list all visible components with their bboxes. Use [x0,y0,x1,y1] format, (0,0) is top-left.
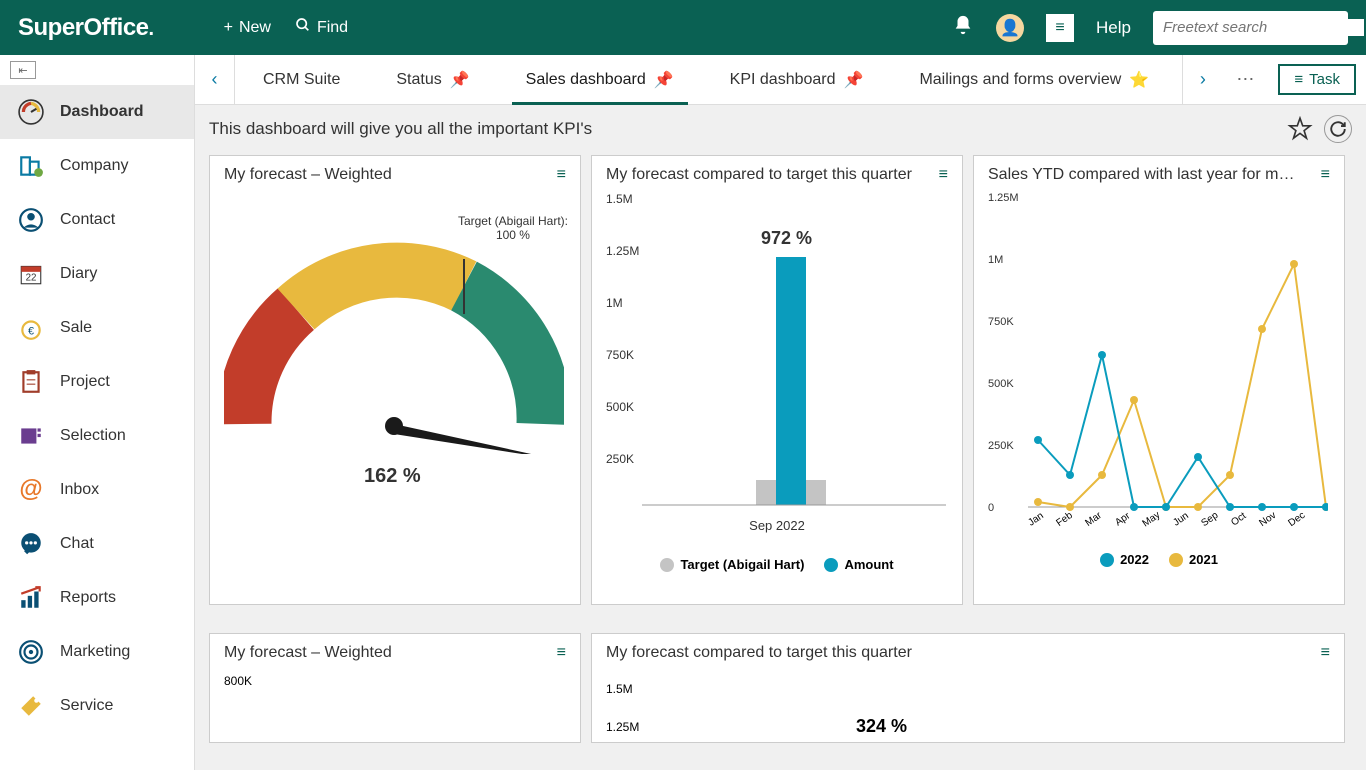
sidebar-item-service[interactable]: Service [0,679,194,733]
tile-title: My forecast compared to target this quar… [606,644,912,662]
dashboard-icon [18,99,44,125]
gauge-value: 162 % [364,465,421,488]
pin-icon: 📌 [450,70,470,90]
sidebar-item-label: Marketing [60,643,130,661]
favorite-button[interactable] [1286,115,1314,143]
tile-menu-button[interactable]: ≡ [939,166,948,184]
sidebar-item-label: Inbox [60,481,99,499]
tile-sales-ytd: Sales YTD compared with last year for my… [973,155,1345,605]
sidebar-item-label: Chat [60,535,94,553]
sidebar: ⇤ Dashboard Company Contact 22 Diary € S… [0,55,195,770]
avatar[interactable]: 👤 [996,14,1024,42]
dashboard-grid: My forecast – Weighted ≡ Target (Abigail… [195,149,1366,766]
marketing-icon [18,639,44,665]
tabs-next-button[interactable]: › [1182,55,1222,104]
sidebar-item-label: Service [60,697,113,715]
content-area: ‹ CRM Suite Status📌 Sales dashboard📌 KPI… [195,55,1366,770]
contact-icon [18,207,44,233]
tile-menu-button[interactable]: ≡ [1321,166,1330,184]
tab-sales-dashboard[interactable]: Sales dashboard📌 [498,55,702,105]
sidebar-item-selection[interactable]: Selection [0,409,194,463]
bar-chart: 1.5M 1.25M 1M 750K 500K 250K 972 % [606,192,946,512]
plus-icon: + [224,19,233,37]
sidebar-item-label: Contact [60,211,115,229]
logo: SuperOffice. [18,14,154,42]
sidebar-item-label: Company [60,157,128,175]
tile-menu-button[interactable]: ≡ [557,644,566,662]
refresh-button[interactable] [1324,115,1352,143]
search-box[interactable] [1153,11,1348,45]
inbox-icon: @ [18,477,44,503]
tile-forecast-weighted: My forecast – Weighted ≡ Target (Abigail… [209,155,581,605]
tile-title: My forecast – Weighted [224,166,392,184]
sidebar-item-contact[interactable]: Contact [0,193,194,247]
tile-title: Sales YTD compared with last year for my… [988,166,1298,184]
tile-menu-button[interactable]: ≡ [1321,644,1330,662]
selection-icon [18,423,44,449]
sidebar-item-chat[interactable]: Chat [0,517,194,571]
tile-forecast-weighted-2: My forecast – Weighted ≡ 800K [209,633,581,743]
pin-icon: 📌 [844,70,864,90]
chat-icon [18,531,44,557]
star-icon: ⭐ [1129,70,1149,90]
tab-status[interactable]: Status📌 [368,55,497,105]
dashboard-subtitle: This dashboard will give you all the imp… [209,119,592,139]
sidebar-item-reports[interactable]: Reports [0,571,194,625]
notifications-icon[interactable] [952,14,974,41]
gauge-chart [224,234,564,454]
sidebar-item-label: Diary [60,265,97,283]
svg-text:22: 22 [26,273,37,284]
tab-mailings-forms[interactable]: Mailings and forms overview⭐ [891,55,1177,105]
hamburger-icon: ≡ [1294,71,1303,88]
sidebar-item-company[interactable]: Company [0,139,194,193]
svg-text:€: € [28,326,34,338]
sidebar-item-sale[interactable]: € Sale [0,301,194,355]
task-button[interactable]: ≡Task [1278,64,1356,95]
bar-x-label: Sep 2022 [606,518,948,533]
tile-title: My forecast compared to target this quar… [606,166,912,184]
project-icon [18,369,44,395]
find-button[interactable]: Find [295,17,348,38]
gauge-target-label: Target (Abigail Hart): 100 % [458,214,568,242]
tab-crm-suite[interactable]: CRM Suite [235,55,368,105]
svg-text:@: @ [19,477,42,503]
reports-icon [18,585,44,611]
tile-forecast-vs-target: My forecast compared to target this quar… [591,155,963,605]
collapse-sidebar-button[interactable]: ⇤ [0,55,194,85]
sidebar-item-label: Reports [60,589,116,607]
sidebar-item-dashboard[interactable]: Dashboard [0,85,194,139]
pin-icon: 📌 [654,70,674,90]
sidebar-item-label: Sale [60,319,92,337]
main-menu-icon[interactable]: ≡ [1046,14,1074,42]
sidebar-item-label: Dashboard [60,103,144,121]
tab-kpi-dashboard[interactable]: KPI dashboard📌 [702,55,892,105]
sidebar-item-label: Project [60,373,110,391]
line-chart: 1.25M 1M 750K 500K 250K 0 [988,192,1328,512]
new-button[interactable]: +New [224,17,271,38]
sidebar-item-inbox[interactable]: @ Inbox [0,463,194,517]
service-icon [18,693,44,719]
tile-menu-button[interactable]: ≡ [557,166,566,184]
help-link[interactable]: Help [1096,18,1131,38]
sidebar-item-label: Selection [60,427,126,445]
search-icon [295,17,311,38]
tile-title: My forecast – Weighted [224,644,392,662]
sidebar-item-project[interactable]: Project [0,355,194,409]
tabs-prev-button[interactable]: ‹ [195,55,235,104]
topbar: SuperOffice. +New Find 👤 ≡ Help [0,0,1366,55]
company-icon [18,153,44,179]
tabs-more-button[interactable]: ⋯ [1222,69,1268,90]
diary-icon: 22 [18,261,44,287]
tile-forecast-vs-target-2: My forecast compared to target this quar… [591,633,1345,743]
chart-legend: 2022 2021 [988,552,1330,567]
sidebar-item-diary[interactable]: 22 Diary [0,247,194,301]
search-input[interactable] [1163,19,1364,36]
sidebar-item-marketing[interactable]: Marketing [0,625,194,679]
chart-legend: Target (Abigail Hart) Amount [606,557,948,572]
tabbar: ‹ CRM Suite Status📌 Sales dashboard📌 KPI… [195,55,1366,105]
sale-icon: € [18,315,44,341]
